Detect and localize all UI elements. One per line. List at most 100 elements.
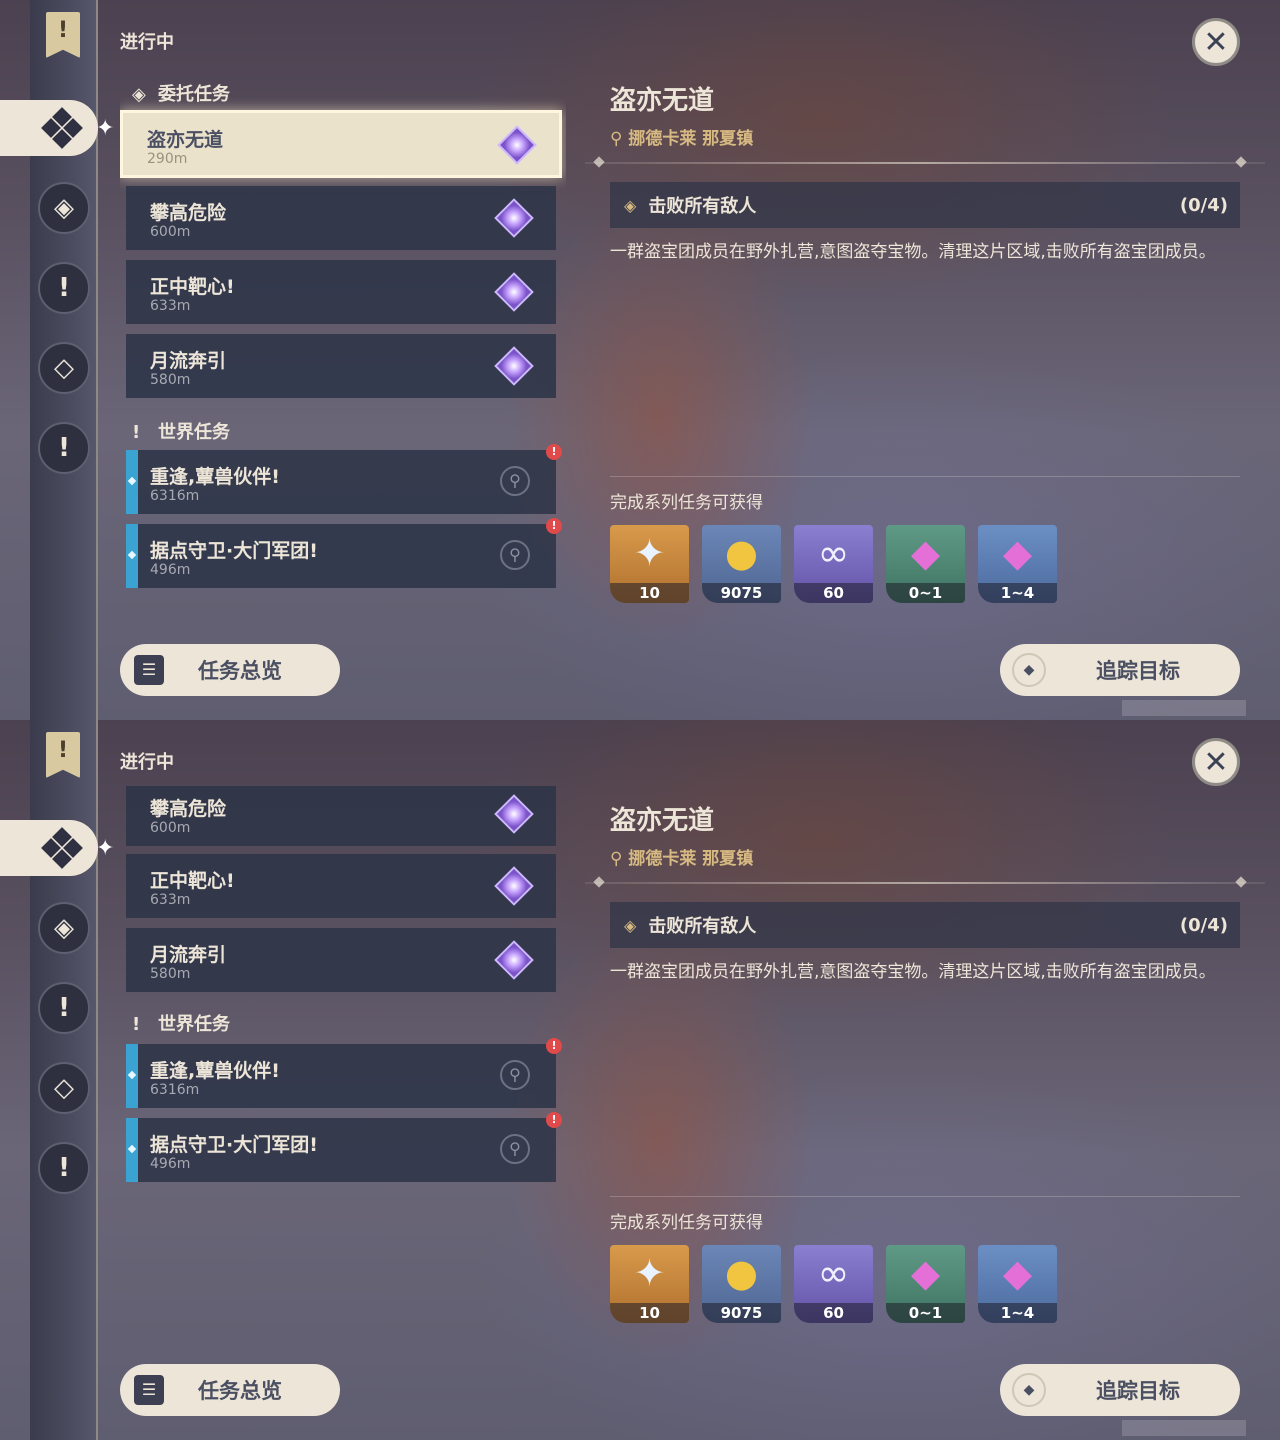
alert-badge-icon: ! xyxy=(546,1112,562,1128)
crystal-icon: ◆ xyxy=(910,1251,941,1295)
quest-card-3[interactable]: 月流奔引 580m xyxy=(126,928,556,992)
world-quest-small-icon: ! xyxy=(132,1014,141,1035)
mora-icon: ● xyxy=(724,531,759,575)
alert-quest-icon[interactable]: ! xyxy=(38,1142,90,1194)
mora-icon: ● xyxy=(724,1251,759,1295)
close-button[interactable]: ✕ xyxy=(1192,738,1240,786)
quest-title: 正中靶心! xyxy=(150,276,235,298)
commission-star-icon xyxy=(494,940,534,980)
banner-icon[interactable]: ! xyxy=(46,12,80,58)
alert-badge-icon: ! xyxy=(546,518,562,534)
divider xyxy=(610,476,1240,477)
quest-description: 一群盗宝团成员在野外扎营,意图盗夺宝物。清理这片区域,击败所有盗宝团成员。 xyxy=(610,242,1216,262)
commission-tab-active[interactable] xyxy=(0,820,98,876)
divider xyxy=(585,162,1265,164)
crystal-cluster-reward[interactable]: ◆ 1~4 xyxy=(978,525,1057,603)
quest-card-1[interactable]: 攀高危险 600m xyxy=(126,186,556,250)
detail-title: 盗亦无道 xyxy=(610,86,715,116)
close-button[interactable]: ✕ xyxy=(1192,18,1240,66)
world-quest-card-1[interactable]: 据点守卫·大门军团! 496m ⚲ ! xyxy=(126,518,562,588)
list-icon: ☰ xyxy=(134,655,164,685)
quest-title: 月流奔引 xyxy=(150,350,227,372)
objective-progress: (0/4) xyxy=(1179,194,1228,216)
companionship-exp-reward[interactable]: ∞ 60 xyxy=(794,525,873,603)
detail-location: ⚲ 挪德卡莱 那夏镇 xyxy=(610,849,754,869)
commission-tab-active[interactable] xyxy=(0,100,98,156)
primogem-reward[interactable]: ✦ 10 xyxy=(610,1245,689,1323)
commission-star-icon xyxy=(497,125,537,165)
crystal-chunk-reward[interactable]: ◆ 0~1 xyxy=(886,1245,965,1323)
world-quest-card-1[interactable]: 据点守卫·大门军团! 496m ⚲ ! xyxy=(126,1112,562,1182)
quest-card-2[interactable]: 正中靶心! 633m xyxy=(126,260,556,324)
quest-distance: 600m xyxy=(150,224,191,240)
quest-screen-bottom: ! ◈ ! ◇ ! ✦ 进行中 ✕ 攀高危险 600m 正中靶心! 633m 月… xyxy=(0,720,1280,1440)
location-pin-icon[interactable]: ⚲ xyxy=(500,540,530,570)
mora-reward[interactable]: ● 9075 xyxy=(702,525,781,603)
track-button[interactable]: ◆ 追踪目标 xyxy=(1000,1364,1240,1416)
crystal-chunk-reward[interactable]: ◆ 0~1 xyxy=(886,525,965,603)
primogem-icon: ✦ xyxy=(633,1251,666,1295)
quest-title: 重逢,蕈兽伙伴! xyxy=(150,466,280,488)
world-quest-card-0[interactable]: 重逢,蕈兽伙伴! 6316m ⚲ ! xyxy=(126,444,562,514)
quest-title: 据点守卫·大门军团! xyxy=(150,1134,318,1156)
mora-reward[interactable]: ● 9075 xyxy=(702,1245,781,1323)
objective-progress: (0/4) xyxy=(1179,914,1228,936)
location-pin-icon[interactable]: ⚲ xyxy=(500,1060,530,1090)
commission-icon xyxy=(41,827,83,869)
reward-title: 完成系列任务可获得 xyxy=(610,493,763,513)
commission-icon xyxy=(41,107,83,149)
event-quest-icon[interactable]: ◇ xyxy=(38,1062,90,1114)
sparkle-icon: ✦ xyxy=(96,116,115,141)
world-quest-card-0[interactable]: 重逢,蕈兽伙伴! 6316m ⚲ ! xyxy=(126,1038,562,1108)
track-diamond-icon: ◆ xyxy=(1012,653,1046,687)
quest-distance: 496m xyxy=(150,1156,191,1172)
objective-diamond-icon: ◈ xyxy=(624,915,637,935)
quest-card-1[interactable]: 攀高危险 600m xyxy=(126,786,556,846)
quest-card-3[interactable]: 月流奔引 580m xyxy=(126,334,556,398)
quest-card-2[interactable]: 正中靶心! 633m xyxy=(126,854,556,918)
quest-list-scrolled[interactable]: 攀高危险 600m 正中靶心! 633m 月流奔引 580m ! 世界任务 重逢,… xyxy=(120,786,566,1266)
detail-location: ⚲ 挪德卡莱 那夏镇 xyxy=(610,129,754,149)
quest-distance: 580m xyxy=(150,966,191,982)
quest-distance: 496m xyxy=(150,562,191,578)
commission-star-icon xyxy=(494,866,534,906)
quest-distance: 600m xyxy=(150,820,191,836)
quest-title: 重逢,蕈兽伙伴! xyxy=(150,1060,280,1082)
quest-distance: 580m xyxy=(150,372,191,388)
banner-icon[interactable]: ! xyxy=(46,732,80,778)
quest-title: 盗亦无道 xyxy=(147,129,224,151)
quest-distance: 290m xyxy=(147,151,188,167)
quest-overview-button[interactable]: ☰ 任务总览 xyxy=(120,644,340,696)
companionship-icon: ∞ xyxy=(817,531,850,575)
alert-badge-icon: ! xyxy=(546,444,562,460)
quest-title: 月流奔引 xyxy=(150,944,227,966)
world-quest-icon[interactable]: ! xyxy=(38,982,90,1034)
objective-text: 击败所有敌人 xyxy=(648,196,757,217)
archon-quest-icon[interactable]: ◈ xyxy=(38,182,90,234)
location-pin-icon[interactable]: ⚲ xyxy=(500,1134,530,1164)
objective-text: 击败所有敌人 xyxy=(648,916,757,937)
commission-star-icon xyxy=(494,272,534,312)
objective-row: ◈ 击败所有敌人 (0/4) xyxy=(610,182,1240,228)
group-title-commission: ◈ 委托任务 xyxy=(132,84,230,105)
world-quest-icon[interactable]: ! xyxy=(38,262,90,314)
quest-title: 据点守卫·大门军团! xyxy=(150,540,318,562)
divider xyxy=(610,1196,1240,1197)
track-button[interactable]: ◆ 追踪目标 xyxy=(1000,644,1240,696)
world-quest-bar xyxy=(126,450,138,514)
quest-list: ◈ 委托任务 盗亦无道 290m 攀高危险 600m 正中靶心! 633m 月流奔… xyxy=(120,0,566,720)
world-quest-bar xyxy=(126,1118,138,1182)
event-quest-icon[interactable]: ◇ xyxy=(38,342,90,394)
divider xyxy=(585,882,1265,884)
companionship-exp-reward[interactable]: ∞ 60 xyxy=(794,1245,873,1323)
archon-quest-icon[interactable]: ◈ xyxy=(38,902,90,954)
crystal-cluster-icon: ◆ xyxy=(1002,1251,1033,1295)
quest-overview-button[interactable]: ☰ 任务总览 xyxy=(120,1364,340,1416)
crystal-cluster-reward[interactable]: ◆ 1~4 xyxy=(978,1245,1057,1323)
location-pin-icon[interactable]: ⚲ xyxy=(500,466,530,496)
primogem-reward[interactable]: ✦ 10 xyxy=(610,525,689,603)
commission-star-icon xyxy=(494,794,534,834)
world-quest-bar xyxy=(126,524,138,588)
quest-card-0[interactable]: 盗亦无道 290m xyxy=(120,110,562,178)
alert-quest-icon[interactable]: ! xyxy=(38,422,90,474)
